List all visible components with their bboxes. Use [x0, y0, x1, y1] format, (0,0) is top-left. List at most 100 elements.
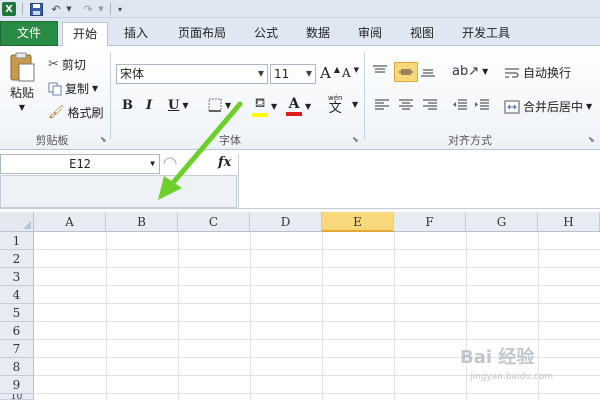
name-box-value: E12	[69, 157, 91, 171]
table-row[interactable]	[34, 286, 600, 304]
clipboard-launcher-icon[interactable]: ⬊	[100, 135, 107, 144]
insert-function-button[interactable]: fx	[218, 155, 231, 170]
name-box[interactable]: E12 ▼	[0, 154, 160, 174]
paste-button[interactable]: 粘贴 ▼	[8, 52, 36, 112]
copy-dropdown-icon: ▼	[92, 84, 99, 93]
tab-developer[interactable]: 开发工具	[454, 22, 518, 46]
shrink-font-button[interactable]: A ▼	[342, 66, 359, 80]
brush-icon: 🖌	[48, 105, 65, 120]
column-header-d[interactable]: D	[250, 212, 322, 232]
chevron-down-icon: ▼	[305, 69, 312, 78]
chevron-down-icon: ▼	[305, 101, 312, 111]
wrap-text-button[interactable]: 自动换行	[504, 64, 571, 81]
increase-indent-icon	[475, 99, 489, 110]
format-painter-label: 格式刷	[67, 106, 104, 120]
bold-button[interactable]: B	[122, 98, 133, 113]
cut-label: 剪切	[61, 58, 86, 72]
font-group-label: 字体	[219, 134, 241, 147]
column-header-b[interactable]: B	[106, 212, 178, 232]
align-center-button[interactable]	[398, 98, 414, 112]
undo-dropdown-icon[interactable]: ▼	[64, 1, 74, 17]
row-header-5[interactable]: 5	[0, 304, 34, 322]
chevron-down-icon[interactable]: ▼	[352, 100, 358, 109]
table-row[interactable]	[34, 322, 600, 340]
row-header-7[interactable]: 7	[0, 340, 34, 358]
grow-font-icon: A	[320, 64, 331, 82]
redo-icon[interactable]: ↷	[80, 1, 96, 17]
chevron-down-icon: ▼	[482, 67, 489, 76]
tab-view[interactable]: 视图	[402, 22, 442, 46]
format-painter-button[interactable]: 🖌 格式刷	[48, 104, 104, 121]
font-name-select[interactable]: 宋体 ▼	[116, 64, 268, 84]
row-header-1[interactable]: 1	[0, 232, 34, 250]
column-header-f[interactable]: F	[394, 212, 466, 232]
row-header-3[interactable]: 3	[0, 268, 34, 286]
italic-button[interactable]: I	[146, 98, 152, 113]
align-middle-button[interactable]	[394, 62, 418, 82]
align-left-button[interactable]	[374, 98, 390, 112]
row-header-9[interactable]: 9	[0, 376, 34, 394]
alignment-launcher-icon[interactable]: ⬊	[588, 135, 595, 144]
decrease-indent-button[interactable]	[452, 98, 468, 112]
row-header-8[interactable]: 8	[0, 358, 34, 376]
save-icon[interactable]	[28, 1, 44, 17]
formula-bar: E12 ▼ fx	[0, 151, 600, 209]
font-launcher-icon[interactable]: ⬊	[352, 135, 359, 144]
chevron-down-icon: ▼	[225, 100, 232, 110]
tab-page-layout[interactable]: 页面布局	[170, 22, 234, 46]
up-icon: ▲	[333, 64, 340, 74]
orientation-button[interactable]: ab↗ ▼	[452, 64, 488, 79]
tab-file[interactable]: 文件	[0, 21, 58, 46]
grow-font-button[interactable]: A ▲	[320, 64, 340, 82]
table-row[interactable]	[34, 268, 600, 286]
tab-formulas[interactable]: 公式	[246, 22, 286, 46]
chevron-down-icon: ▼	[182, 101, 189, 110]
increase-indent-button[interactable]	[474, 98, 490, 112]
table-row[interactable]	[34, 250, 600, 268]
align-top-button[interactable]	[372, 64, 388, 78]
tab-home[interactable]: 开始	[62, 22, 108, 47]
column-header-c[interactable]: C	[178, 212, 250, 232]
merge-center-button[interactable]: 合并后居中 ▼	[504, 98, 592, 115]
table-row[interactable]	[34, 304, 600, 322]
font-size-select[interactable]: 11 ▼	[270, 64, 316, 84]
text-orientation-icon: ab↗	[452, 64, 480, 79]
paste-icon	[10, 52, 35, 82]
decrease-indent-icon	[453, 99, 467, 110]
column-header-e[interactable]: E	[322, 212, 394, 232]
align-bottom-button[interactable]	[420, 64, 436, 78]
phonetic-guide-button[interactable]: wén 文	[328, 94, 342, 116]
select-all-corner[interactable]	[0, 212, 34, 232]
column-header-g[interactable]: G	[466, 212, 538, 232]
name-box-expanded-area	[0, 175, 237, 208]
borders-button[interactable]: ▼	[208, 98, 231, 112]
merge-center-label: 合并后居中	[523, 100, 584, 114]
cut-button[interactable]: ✂ 剪切	[48, 56, 86, 73]
copy-button[interactable]: 复制 ▼	[48, 80, 98, 97]
row-header-10[interactable]: 10	[0, 394, 34, 400]
excel-logo-icon: X	[2, 2, 16, 16]
tab-data[interactable]: 数据	[298, 22, 338, 46]
column-header-a[interactable]: A	[34, 212, 106, 232]
font-color-icon: A	[286, 96, 302, 116]
tab-review[interactable]: 审阅	[350, 22, 390, 46]
table-row[interactable]	[34, 232, 600, 250]
row-header-2[interactable]: 2	[0, 250, 34, 268]
undo-icon[interactable]: ↶	[48, 1, 64, 17]
redo-dropdown-icon[interactable]: ▼	[96, 1, 106, 17]
row-header-4[interactable]: 4	[0, 286, 34, 304]
align-right-button[interactable]	[422, 98, 438, 112]
customize-toolbar-icon[interactable]: ▾	[114, 1, 126, 17]
row-header-6[interactable]: 6	[0, 322, 34, 340]
chevron-down-icon: ▼	[257, 69, 264, 78]
resize-handle-icon[interactable]	[162, 156, 180, 172]
formula-input[interactable]	[238, 154, 600, 208]
column-header-h[interactable]: H	[538, 212, 600, 232]
font-color-button[interactable]: A ▼	[286, 96, 311, 116]
fill-color-button[interactable]: ⛾ ▼	[252, 96, 277, 117]
align-center-icon	[399, 99, 413, 110]
tab-insert[interactable]: 插入	[116, 22, 156, 46]
phonetic-char: 文	[328, 101, 342, 116]
ribbon-tabs: 文件 开始 插入 页面布局 公式 数据 审阅 视图 开发工具	[0, 18, 600, 47]
underline-button[interactable]: U ▼	[168, 98, 189, 113]
